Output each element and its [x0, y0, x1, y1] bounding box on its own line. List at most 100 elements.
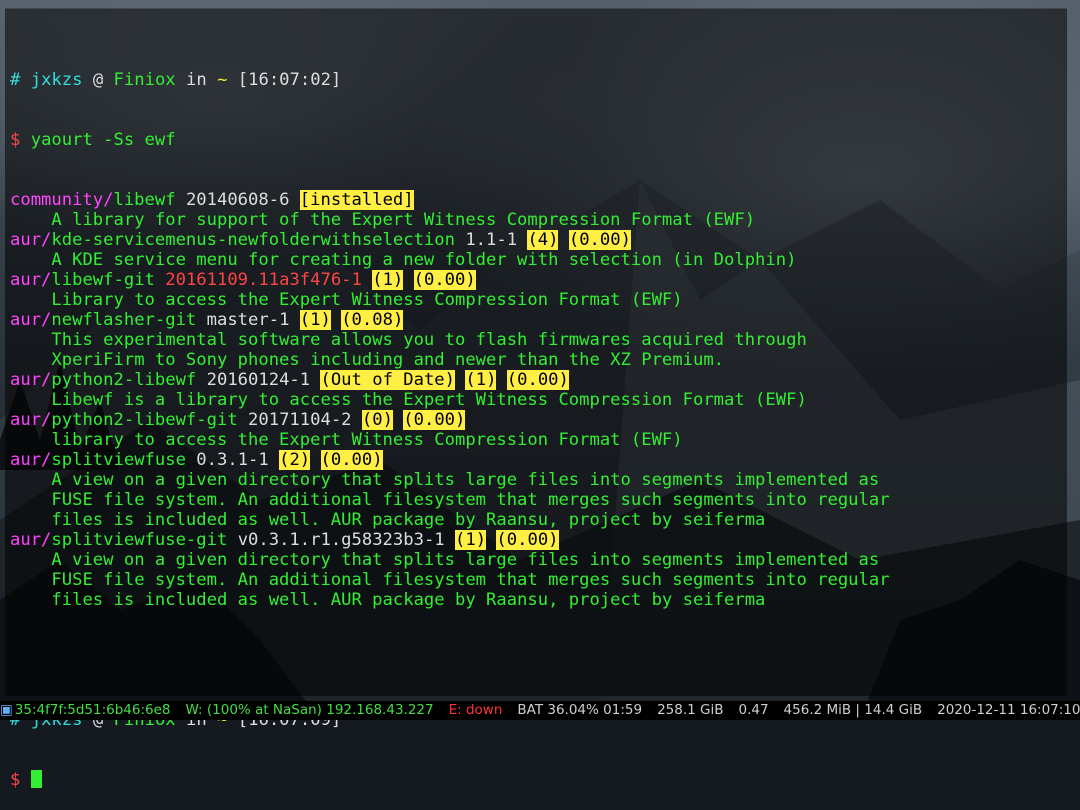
description-text: A view on a given directory that splits …: [51, 470, 880, 490]
package-version: 1.1-1: [465, 230, 518, 250]
package-name: kde-servicemenus-newfolderwithselection: [51, 230, 455, 250]
command-text: yaourt -Ss ewf: [30, 130, 176, 150]
prompt-hash: #: [10, 70, 21, 90]
package-badge: (0.00): [403, 410, 466, 430]
description-text: A library for support of the Expert Witn…: [51, 210, 756, 230]
package-version: 20160124-1: [206, 370, 311, 390]
description-text: FUSE file system. An additional filesyst…: [51, 570, 890, 590]
description-text: A view on a given directory that splits …: [51, 550, 880, 570]
package-version: 20140608-6: [185, 190, 290, 210]
package-header: aur/newflasher-git master-1 (1) (0.08): [10, 310, 1070, 330]
package-description: Library to access the Expert Witness Com…: [10, 290, 1070, 310]
prompt-user: jxkzs: [30, 70, 83, 90]
package-badge: (0.00): [568, 230, 631, 250]
package-badge: (0): [361, 410, 393, 430]
package-badge: (Out of Date): [320, 370, 456, 390]
package-header: aur/kde-servicemenus-newfolderwithselect…: [10, 230, 1070, 250]
package-version: master-1: [206, 310, 290, 330]
text-cursor[interactable]: [30, 770, 42, 788]
prompt-at: @: [92, 70, 104, 90]
package-name: newflasher-git: [51, 310, 197, 330]
package-badge: (0.00): [506, 370, 569, 390]
prompt-line: # jxkzs @ Finiox in ~ [16:07:02]: [10, 70, 1070, 90]
prompt-dir: ~: [217, 70, 228, 90]
package-badge: (0.08): [341, 310, 404, 330]
status-bar: ▣ 35:4f7f:5d51:6b46:6e8 W: (100% at NaSan)…: [0, 701, 1080, 720]
package-description: XperiFirm to Sony phones including and n…: [10, 350, 1070, 370]
package-header: community/libewf 20140608-6 [installed]: [10, 190, 1070, 210]
package-repo: community/: [10, 190, 114, 210]
status-battery: BAT 36.04% 01:59: [517, 702, 643, 718]
package-description: A library for support of the Expert Witn…: [10, 210, 1070, 230]
prompt-time: [16:07:02]: [237, 70, 342, 90]
package-version: 0.3.1-1: [196, 450, 269, 470]
package-repo: aur/: [10, 410, 52, 430]
status-disk: 258.1 GiB: [657, 702, 724, 718]
command-line: $ yaourt -Ss ewf: [10, 130, 1070, 150]
description-text: A KDE service menu for creating a new fo…: [51, 250, 797, 270]
package-badge: (0.00): [413, 270, 476, 290]
package-badge: (1): [465, 370, 497, 390]
package-repo: aur/: [10, 530, 52, 550]
package-description: This experimental software allows you to…: [10, 330, 1070, 350]
package-name: python2-libewf-git: [51, 410, 238, 430]
package-description: library to access the Expert Witness Com…: [10, 430, 1070, 450]
package-name: libewf-git: [51, 270, 155, 290]
package-header: aur/splitviewfuse-git v0.3.1.r1.g58323b3…: [10, 530, 1070, 550]
package-description: A view on a given directory that splits …: [10, 550, 1070, 570]
package-version: 20161109.11a3f476-1: [165, 270, 362, 290]
package-badge: (4): [527, 230, 559, 250]
package-description: FUSE file system. An additional filesyst…: [10, 490, 1070, 510]
input-line[interactable]: $: [10, 770, 1070, 790]
package-repo: aur/: [10, 450, 52, 470]
package-repo: aur/: [10, 310, 52, 330]
package-description: Libewf is a library to access the Expert…: [10, 390, 1070, 410]
prompt-host: Finiox: [113, 70, 176, 90]
prompt-in: in: [186, 70, 207, 90]
package-header: aur/python2-libewf 20160124-1 (Out of Da…: [10, 370, 1070, 390]
package-name: libewf: [113, 190, 176, 210]
package-version: v0.3.1.r1.g58323b3-1: [237, 530, 445, 550]
package-badge: [installed]: [299, 190, 414, 210]
terminal-icon[interactable]: ▣: [0, 701, 13, 720]
description-text: files is included as well. AUR package b…: [51, 590, 766, 610]
terminal-output[interactable]: # jxkzs @ Finiox in ~ [16:07:02] $ yaour…: [10, 30, 1070, 810]
package-header: aur/python2-libewf-git 20171104-2 (0) (0…: [10, 410, 1070, 430]
package-version: 20171104-2: [248, 410, 352, 430]
description-text: This experimental software allows you to…: [51, 330, 807, 350]
package-badge: (2): [279, 450, 311, 470]
status-load: 0.47: [738, 702, 769, 718]
status-datetime: 2020-12-11 16:07:10: [937, 702, 1080, 718]
description-text: library to access the Expert Witness Com…: [51, 430, 683, 450]
package-badge: (1): [372, 270, 404, 290]
package-header: aur/libewf-git 20161109.11a3f476-1 (1) (…: [10, 270, 1070, 290]
package-description: FUSE file system. An additional filesyst…: [10, 570, 1070, 590]
description-text: files is included as well. AUR package b…: [51, 510, 766, 530]
search-results: community/libewf 20140608-6 [installed] …: [10, 190, 1070, 610]
package-name: splitviewfuse: [51, 450, 186, 470]
status-ethernet: E: down: [448, 702, 503, 718]
status-memory: 456.2 MiB | 14.4 GiB: [783, 702, 923, 718]
package-badge: (1): [299, 310, 331, 330]
status-wifi: W: (100% at NaSan) 192.168.43.227: [185, 702, 434, 718]
prompt-dollar: $: [10, 130, 21, 150]
package-badge: (1): [455, 530, 487, 550]
description-text: FUSE file system. An additional filesyst…: [51, 490, 890, 510]
status-ipv6: 35:4f7f:5d51:6b46:6e8: [14, 702, 171, 718]
package-header: aur/splitviewfuse 0.3.1-1 (2) (0.00): [10, 450, 1070, 470]
description-text: Library to access the Expert Witness Com…: [51, 290, 683, 310]
package-badge: (0.00): [496, 530, 559, 550]
package-badge: (0.00): [320, 450, 383, 470]
prompt-dollar: $: [10, 770, 21, 790]
description-text: XperiFirm to Sony phones including and n…: [51, 350, 725, 370]
package-description: files is included as well. AUR package b…: [10, 590, 1070, 610]
package-description: A KDE service menu for creating a new fo…: [10, 250, 1070, 270]
package-name: splitviewfuse-git: [51, 530, 228, 550]
package-name: python2-libewf: [51, 370, 197, 390]
description-text: Libewf is a library to access the Expert…: [51, 390, 807, 410]
package-description: files is included as well. AUR package b…: [10, 510, 1070, 530]
package-repo: aur/: [10, 370, 52, 390]
package-repo: aur/: [10, 270, 52, 290]
package-description: A view on a given directory that splits …: [10, 470, 1070, 490]
